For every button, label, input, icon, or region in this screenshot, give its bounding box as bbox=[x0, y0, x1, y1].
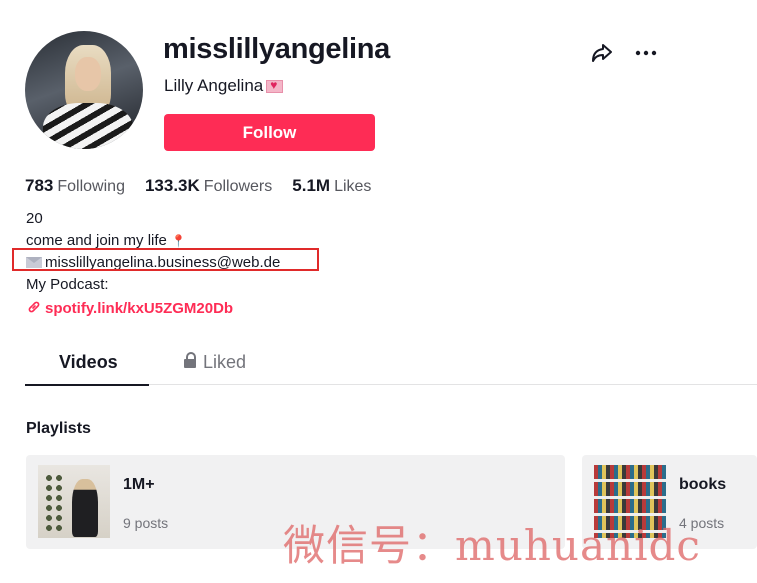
nickname-text: Lilly Angelina bbox=[164, 76, 264, 95]
follow-button[interactable]: Follow bbox=[164, 114, 375, 151]
likes-stat: 5.1M Likes bbox=[292, 176, 371, 196]
playlist-thumbnail bbox=[38, 465, 110, 538]
thumbnail-person bbox=[72, 479, 98, 537]
heart-icon bbox=[266, 78, 284, 93]
playlist-name: 1M+ bbox=[123, 476, 155, 493]
playlists-title: Playlists bbox=[26, 420, 91, 437]
nickname: Lilly Angelina bbox=[164, 76, 284, 96]
bio-podcast: My Podcast: bbox=[26, 275, 109, 293]
thumbnail-plant bbox=[44, 473, 66, 533]
bio-link-text: spotify.link/kxU5ZGM20Db bbox=[45, 300, 234, 317]
username: misslillyangelina bbox=[163, 33, 390, 65]
bio-link[interactable]: spotify.link/kxU5ZGM20Db bbox=[27, 300, 233, 317]
likes-count: 5.1M bbox=[292, 176, 331, 195]
tab-liked[interactable]: Liked bbox=[184, 351, 247, 373]
more-icon[interactable] bbox=[634, 42, 658, 64]
tab-liked-label: Liked bbox=[203, 352, 247, 372]
bio-age: 20 bbox=[26, 210, 43, 227]
link-icon bbox=[27, 300, 41, 317]
following-label: Following bbox=[57, 178, 125, 195]
avatar-sweater bbox=[43, 103, 133, 149]
followers-label: Followers bbox=[203, 178, 273, 195]
profile-tabs: Videos Liked bbox=[25, 348, 757, 386]
following-count: 783 bbox=[25, 176, 54, 195]
following-stat[interactable]: 783 Following bbox=[25, 176, 125, 196]
watermark: 微信号：muhuanidc bbox=[283, 521, 701, 570]
likes-label: Likes bbox=[334, 178, 372, 195]
avatar-face bbox=[75, 57, 101, 91]
tab-videos[interactable]: Videos bbox=[59, 352, 118, 373]
profile-stats: 783 Following 133.3K Followers 5.1M Likes bbox=[25, 176, 371, 196]
playlist-post-count: 9 posts bbox=[123, 515, 169, 531]
avatar[interactable] bbox=[25, 31, 143, 149]
bio-tagline: come and join my life bbox=[26, 231, 167, 249]
followers-count: 133.3K bbox=[144, 176, 200, 195]
active-tab-underline bbox=[25, 384, 149, 386]
email-highlight-box bbox=[12, 248, 319, 271]
share-icon[interactable] bbox=[590, 42, 614, 64]
lock-icon bbox=[184, 351, 196, 369]
followers-stat[interactable]: 133.3K Followers bbox=[145, 176, 272, 196]
playlist-name: books bbox=[679, 476, 727, 493]
